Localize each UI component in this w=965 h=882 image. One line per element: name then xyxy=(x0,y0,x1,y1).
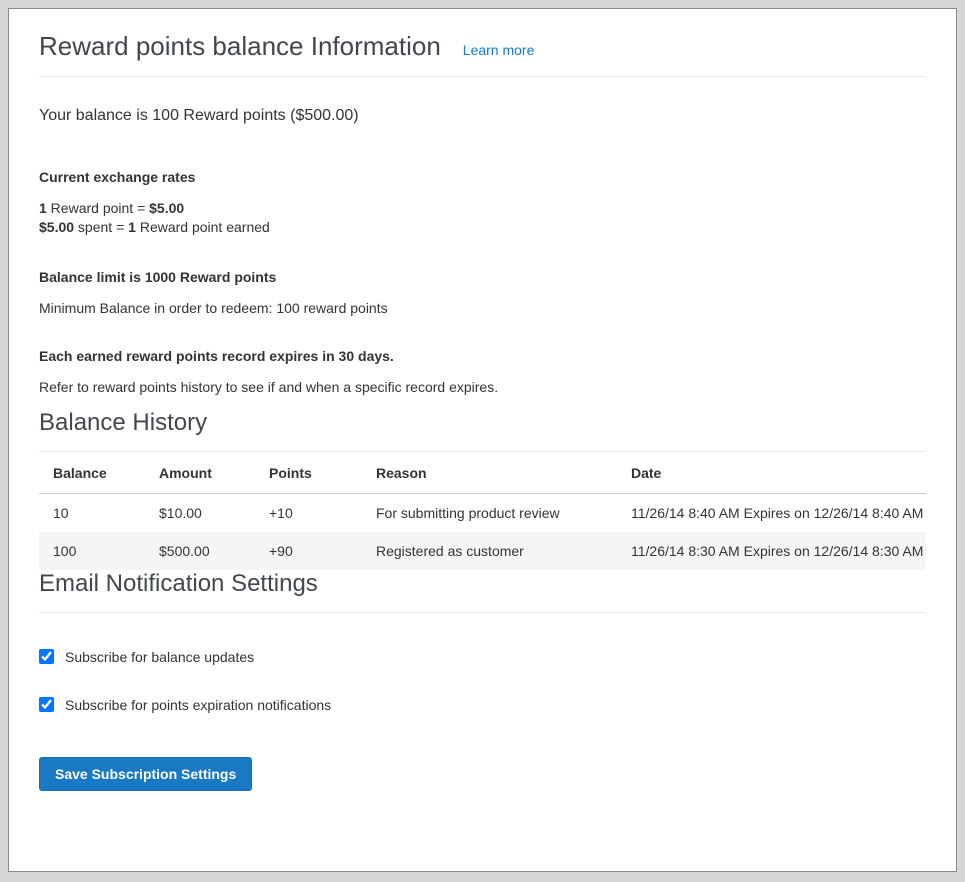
column-header-date: Date xyxy=(617,452,926,494)
page-title: Reward points balance Information xyxy=(39,31,441,62)
balance-limit-text: Balance limit is 1000 Reward points xyxy=(39,269,926,285)
cell-balance: 10 xyxy=(39,493,145,532)
column-header-balance: Balance xyxy=(39,452,145,494)
subscribe-expiration-label: Subscribe for points expiration notifica… xyxy=(65,697,331,713)
page-header: Reward points balance Information Learn … xyxy=(39,31,926,77)
cell-reason: Registered as customer xyxy=(362,532,617,570)
save-subscription-settings-button[interactable]: Save Subscription Settings xyxy=(39,757,252,791)
balance-history-title: Balance History xyxy=(39,409,926,452)
column-header-points: Points xyxy=(255,452,362,494)
table-row: 100 $500.00 +90 Registered as customer 1… xyxy=(39,532,926,570)
minimum-balance-text: Minimum Balance in order to redeem: 100 … xyxy=(39,300,926,316)
column-header-amount: Amount xyxy=(145,452,255,494)
balance-history-table: Balance Amount Points Reason Date 10 $10… xyxy=(39,452,926,570)
cell-amount: $10.00 xyxy=(145,493,255,532)
cell-date: 11/26/14 8:40 AM Expires on 12/26/14 8:4… xyxy=(617,493,926,532)
subscribe-balance-label: Subscribe for balance updates xyxy=(65,649,254,665)
exchange-rates-heading: Current exchange rates xyxy=(39,169,926,185)
cell-reason: For submitting product review xyxy=(362,493,617,532)
expiration-policy-text: Each earned reward points record expires… xyxy=(39,348,926,364)
column-header-reason: Reason xyxy=(362,452,617,494)
expiration-note-text: Refer to reward points history to see if… xyxy=(39,379,926,395)
main-panel: Reward points balance Information Learn … xyxy=(8,8,957,872)
cell-balance: 100 xyxy=(39,532,145,570)
exchange-rate-line-2: $5.00 spent = 1 Reward point earned xyxy=(39,218,926,237)
subscribe-expiration-checkbox[interactable] xyxy=(39,697,54,712)
subscribe-balance-option[interactable]: Subscribe for balance updates xyxy=(39,649,926,665)
cell-points: +10 xyxy=(255,493,362,532)
subscribe-balance-checkbox[interactable] xyxy=(39,649,54,664)
cell-points: +90 xyxy=(255,532,362,570)
cell-date: 11/26/14 8:30 AM Expires on 12/26/14 8:3… xyxy=(617,532,926,570)
cell-amount: $500.00 xyxy=(145,532,255,570)
balance-summary: Your balance is 100 Reward points ($500.… xyxy=(39,107,926,125)
learn-more-link[interactable]: Learn more xyxy=(463,42,535,58)
table-row: 10 $10.00 +10 For submitting product rev… xyxy=(39,493,926,532)
table-header-row: Balance Amount Points Reason Date xyxy=(39,452,926,494)
exchange-rate-line-1: 1 Reward point = $5.00 xyxy=(39,199,926,218)
exchange-rates-lines: 1 Reward point = $5.00 $5.00 spent = 1 R… xyxy=(39,199,926,237)
subscribe-expiration-option[interactable]: Subscribe for points expiration notifica… xyxy=(39,697,926,713)
email-settings-title: Email Notification Settings xyxy=(39,570,926,613)
